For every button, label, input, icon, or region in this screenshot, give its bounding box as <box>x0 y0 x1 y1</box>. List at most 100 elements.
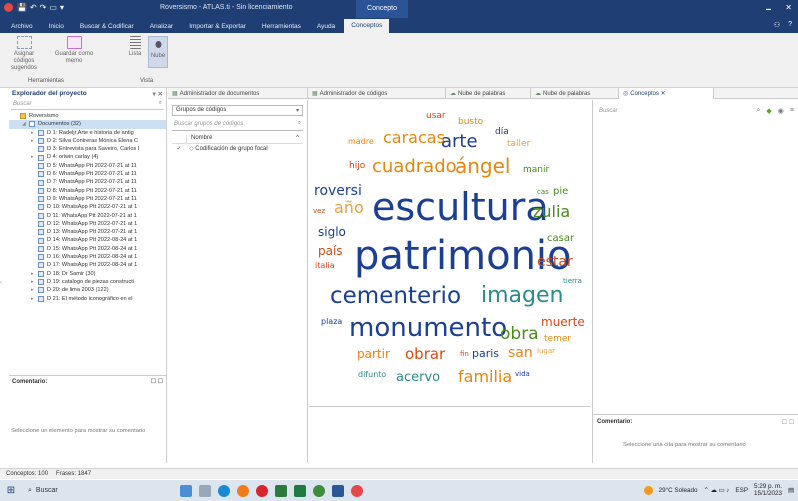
cloud-word[interactable]: madre <box>348 138 374 146</box>
tab-ayuda[interactable]: Ayuda <box>310 22 342 31</box>
cloud-word[interactable]: busto <box>458 118 483 127</box>
cloud-word[interactable]: hijo <box>349 162 365 171</box>
cloud-word[interactable]: taller <box>507 140 530 149</box>
tree-item[interactable]: D 3: Entrevista para Saveiro, Carlos I <box>9 145 166 153</box>
tree-item[interactable]: D 11: WhatsApp Ptt 2022-07-21 at 1 <box>9 212 166 220</box>
expand-icon[interactable]: ▸ <box>31 286 36 294</box>
cloud-word[interactable]: zulia <box>533 204 570 220</box>
tree-item[interactable]: D 6: WhatsApp Ptt 2022-07-21 at 11 <box>9 170 166 178</box>
tab-inicio[interactable]: Inicio <box>42 22 71 31</box>
cloud-word[interactable]: roversi <box>314 184 362 198</box>
cloud-word[interactable]: difunto <box>358 371 386 379</box>
expand-icon[interactable]: ▸ <box>31 270 36 278</box>
chrome-icon[interactable] <box>313 484 325 497</box>
edit-comment-icon[interactable]: ☐ ☐ <box>151 378 163 385</box>
cloud-word[interactable]: país <box>318 245 343 257</box>
list-view-button[interactable]: Lista <box>127 36 143 58</box>
cloud-word[interactable]: familia <box>458 369 512 385</box>
cloud-word[interactable]: caracas <box>383 130 445 146</box>
cloud-word[interactable]: cuadrado <box>372 158 457 176</box>
cloud-word[interactable]: vida <box>515 371 530 378</box>
cloud-word[interactable]: arte <box>441 133 478 151</box>
atlas-app-icon[interactable] <box>351 484 363 497</box>
document-tab[interactable]: ▦ Administrador de documentos <box>168 88 308 99</box>
taskbar-search[interactable]: ⌕ Buscar <box>22 487 142 495</box>
help-icon[interactable]: ? <box>788 21 792 29</box>
tree-item[interactable]: Roversismo <box>9 112 166 120</box>
tree-item[interactable]: D 8: WhatsApp Ptt 2022-07-21 at 11 <box>9 187 166 195</box>
tab-archivo[interactable]: Archivo <box>4 22 40 31</box>
cloud-view-button[interactable]: Nube <box>148 36 168 68</box>
tree-item[interactable]: D 12: WhatsApp Ptt 2022-07-21 at 1 <box>9 220 166 228</box>
cloud-word[interactable]: año <box>334 200 364 216</box>
collapse-handle-icon[interactable]: ‹ <box>0 280 6 286</box>
expand-icon[interactable]: ▸ <box>31 153 36 161</box>
cloud-word[interactable]: fin <box>460 351 469 358</box>
tree-item[interactable]: D 9: WhatsApp Ptt 2022-07-21 at 11 <box>9 195 166 203</box>
cloud-word[interactable]: pie <box>553 187 568 197</box>
cloud-word[interactable]: paris <box>472 348 499 359</box>
tree-item[interactable]: D 13: WhatsApp Ptt 2022-07-21 at 1 <box>9 228 166 236</box>
cloud-word[interactable]: día <box>495 128 509 137</box>
tab-buscar-codificar[interactable]: Buscar & Codificar <box>73 22 141 31</box>
assign-suggested-codes-button[interactable]: Asignar códigos sugeridos <box>3 36 45 72</box>
explorer-search-input[interactable]: Buscar ⌕ <box>11 99 164 110</box>
task-view-icon[interactable] <box>199 484 211 497</box>
tab-conceptos[interactable]: Conceptos <box>344 19 390 33</box>
excel-icon[interactable] <box>294 484 306 497</box>
cloud-word[interactable]: estar <box>537 255 573 269</box>
notifications-icon[interactable]: ▤ <box>788 487 794 494</box>
code-groups-search-input[interactable]: Buscar grupos de códigos ⌕ <box>172 120 303 131</box>
edge-icon[interactable] <box>218 484 230 497</box>
firefox-icon[interactable] <box>237 484 249 497</box>
tree-item[interactable]: ▸ D 21: El método iconográfico en el <box>9 295 166 303</box>
windows-start-icon[interactable]: ⊞ <box>0 485 22 496</box>
minimize-icon[interactable]: 🗕 <box>766 3 772 17</box>
close-icon[interactable]: ✕ <box>785 3 792 17</box>
tab-herramientas[interactable]: Herramientas <box>255 22 308 31</box>
cloud-word[interactable]: acervo <box>396 371 440 384</box>
save-as-memo-button[interactable]: Guardar como memo <box>54 36 94 65</box>
tree-item[interactable]: ▸ D 20: de lima 2003 (122) <box>9 286 166 294</box>
document-tab[interactable]: ☁ Nube de palabras <box>531 88 619 99</box>
tree-item[interactable]: D 15: WhatsApp Ptt 2022-08-24 at 1 <box>9 245 166 253</box>
cloud-word[interactable]: usar <box>426 112 446 121</box>
quick-access-item[interactable]: ▭ <box>49 3 57 12</box>
search-icon[interactable]: ⌕ <box>756 107 760 115</box>
cloud-word[interactable]: obrar <box>405 347 445 362</box>
tab-analizar[interactable]: Analizar <box>143 22 180 31</box>
cloud-word[interactable]: temer <box>544 335 571 344</box>
expand-icon[interactable]: ▸ <box>31 137 36 145</box>
menu-icon[interactable]: ≡ <box>790 107 794 115</box>
column-header-name[interactable]: Nombre ^ <box>186 135 303 143</box>
tree-item[interactable]: ◢ Documentos (32) <box>9 120 166 129</box>
tree-item[interactable]: ▸ D 2: Silva Contreras Mónica Elena C <box>9 137 166 145</box>
document-tab[interactable]: ◎ Conceptos ✕ <box>619 88 714 99</box>
tray-icons[interactable]: ⌃ ☁ ▭ ♪ <box>704 487 730 494</box>
tab-importar-exportar[interactable]: Importar & Exportar <box>182 22 253 31</box>
cloud-word[interactable]: escultura <box>372 188 549 226</box>
quick-access-item[interactable]: ▾ <box>60 3 64 12</box>
cloud-word[interactable]: obra <box>500 326 539 343</box>
cloud-word[interactable]: ángel <box>455 156 511 176</box>
language-indicator[interactable]: ESP <box>735 487 748 494</box>
tree-item[interactable]: ▸ D 19: catalogo de piezas constructi <box>9 278 166 286</box>
cloud-word[interactable]: italia <box>315 262 335 270</box>
close-icon[interactable]: ▾ ✕ <box>152 90 163 98</box>
tree-item[interactable]: ▸ D 4: oriwin carlay (4) <box>9 153 166 161</box>
quick-access-item[interactable]: 💾 <box>17 3 27 12</box>
checkbox[interactable]: ✓ <box>172 145 186 152</box>
table-row[interactable]: ✓ ◇ Codificación de grupo focal <box>172 144 303 153</box>
tree-item[interactable]: D 10: WhatsApp Ptt 2022-07-21 at 1 <box>9 203 166 211</box>
cloud-word[interactable]: vez <box>313 208 325 215</box>
clock[interactable]: 5:29 p. m. 15/1/2023 <box>754 483 782 497</box>
expand-icon[interactable]: ▸ <box>31 295 36 303</box>
cloud-word[interactable]: plaza <box>321 318 342 326</box>
code-groups-dropdown[interactable]: Grupos de códigos ▾ <box>172 105 303 116</box>
share-icon[interactable]: ⚇ <box>774 21 780 29</box>
explorer-app-icon[interactable] <box>180 484 192 497</box>
cloud-word[interactable]: manir <box>523 166 549 175</box>
tree-item[interactable]: ▸ D 18: Dr Samir (30) <box>9 270 166 278</box>
files-icon[interactable] <box>275 484 287 497</box>
cloud-word[interactable]: cementerio <box>330 285 461 308</box>
